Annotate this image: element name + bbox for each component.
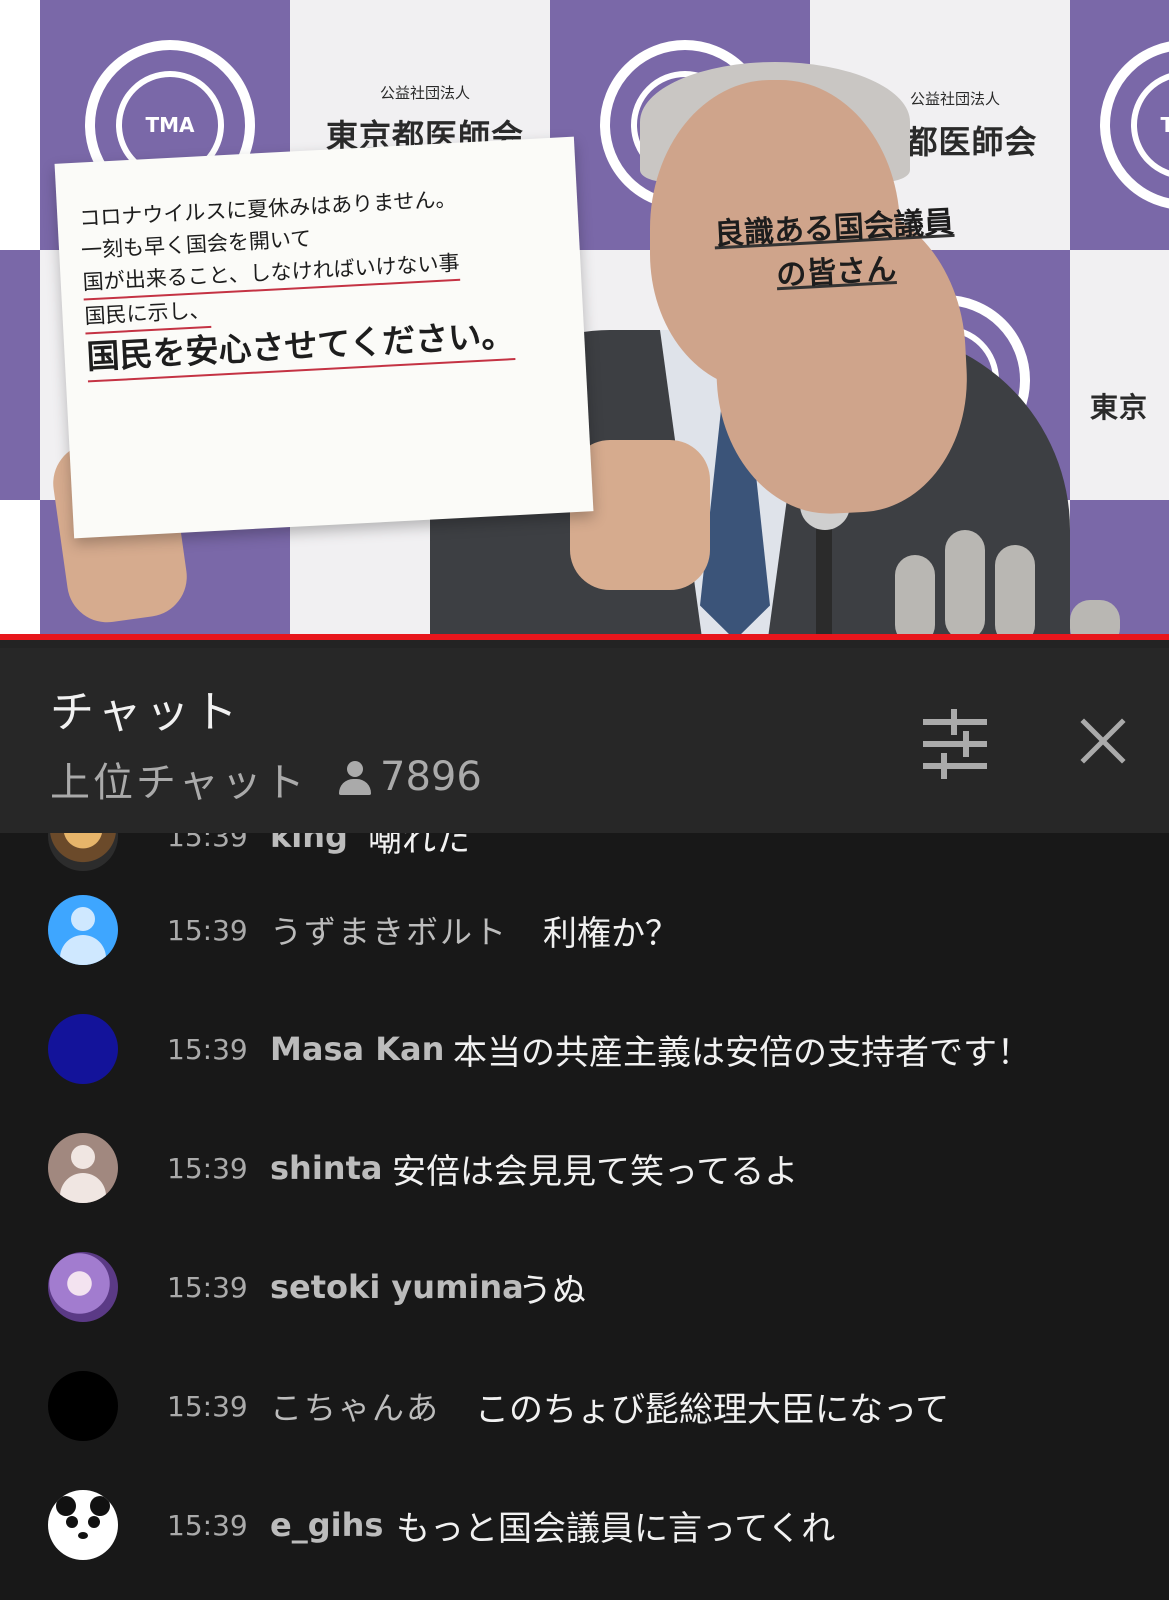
chat-message: 15:39 Masa Kan 本当の共産主義は安倍の支持者です！ (0, 994, 1169, 1104)
viewer-count-value: 7896 (380, 754, 482, 800)
close-icon (1080, 718, 1126, 764)
message-author: king (270, 833, 348, 855)
filter-button[interactable] (920, 708, 990, 780)
message-text: 利権か？ (543, 913, 679, 954)
message-time: 15:39 (167, 1032, 248, 1066)
avatar (48, 833, 118, 871)
message-text: 本当の共産主義は安倍の支持者です！ (453, 1032, 1031, 1073)
message-text: うぬ (518, 1270, 586, 1311)
message-text: 安倍は会見見て笑ってるよ (392, 1151, 799, 1192)
chat-message: 15:39 e_gihs もっと国会議員に言ってくれ (0, 1470, 1169, 1580)
message-time: 15:39 (167, 833, 248, 853)
chat-mode-dropdown[interactable]: 上位チャット (50, 750, 308, 808)
close-button[interactable] (1070, 708, 1136, 774)
chat-message: 15:39 うずまきボルト 利権か？ (0, 875, 1169, 985)
avatar (48, 895, 118, 965)
person-icon (338, 759, 372, 795)
sliders-icon (923, 709, 987, 779)
message-time: 15:39 (167, 1389, 248, 1423)
chat-message: 15:39 こちゃんあ このちょび髭総理大臣になって (0, 1351, 1169, 1461)
chat-message: 15:39 setoki yumina うぬ (0, 1232, 1169, 1342)
chat-message-list[interactable]: 15:39 king 嘲れた 15:39 うずまきボルト 利権か？ 15:39 … (0, 833, 1169, 1600)
progress-bar[interactable] (0, 634, 1169, 640)
message-author: e_gihs (270, 1506, 384, 1544)
org-label-edge: 東京 (1090, 391, 1149, 424)
message-text: このちょび髭総理大臣になって (475, 1389, 950, 1430)
message-time: 15:39 (167, 1508, 248, 1542)
avatar (48, 1133, 118, 1203)
progress-track[interactable] (0, 640, 1169, 648)
avatar (48, 1490, 118, 1560)
microphone (945, 530, 985, 640)
microphone (895, 555, 935, 645)
message-author: setoki yumina (270, 1268, 524, 1306)
message-time: 15:39 (167, 913, 248, 947)
message-author: うずまきボルト (270, 913, 509, 951)
message-text: 嘲れた (368, 833, 470, 860)
message-time: 15:39 (167, 1270, 248, 1304)
microphone (995, 545, 1035, 645)
handheld-sign: 良識ある国会議員の皆さん コロナウイルスに夏休みはありません。 一刻も早く国会を… (54, 136, 974, 539)
message-author: Masa Kan (270, 1030, 445, 1068)
hand (570, 440, 710, 590)
message-time: 15:39 (167, 1151, 248, 1185)
avatar (48, 1252, 118, 1322)
message-author: shinta (270, 1149, 383, 1187)
chat-header: チャット 上位チャット 7896 (0, 648, 1169, 833)
chat-message: 15:39 shinta 安倍は会見見て笑ってるよ (0, 1113, 1169, 1223)
video-player[interactable]: TMA TMA TMA TMA 公益社団法人 東京都医師会 公益社団法人 京都医… (0, 0, 1169, 648)
avatar (48, 1014, 118, 1084)
message-author: こちゃんあ (270, 1389, 441, 1427)
chat-title: チャット (50, 687, 242, 738)
viewer-count: 7896 (338, 754, 482, 800)
avatar (48, 1371, 118, 1441)
message-text: もっと国会議員に言ってくれ (396, 1508, 836, 1549)
